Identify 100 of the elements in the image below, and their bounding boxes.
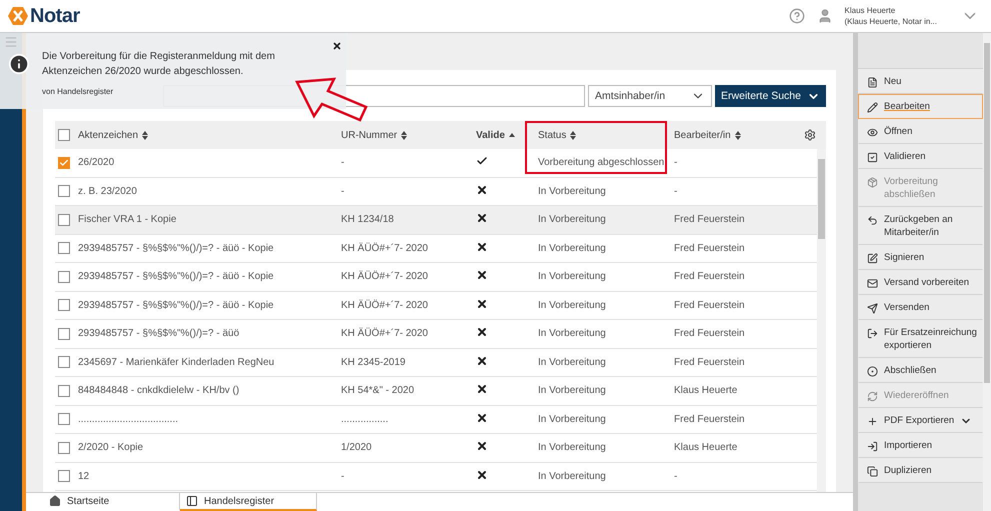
table-row[interactable]: 12 - In Vorbereitung - <box>55 462 817 491</box>
table-cell-text: - <box>341 157 346 168</box>
table-row[interactable]: 2939485757 - §%§$%"%()/)=? - äüö - Kopie KH ÄÜÖ#+´7- 2020 In Vorbereitung Fred Feuerstein <box>55 292 817 320</box>
table-cell-text: - <box>674 470 678 482</box>
checkbox[interactable] <box>58 328 70 340</box>
checkbox[interactable] <box>58 470 70 482</box>
checkbox[interactable] <box>58 129 70 141</box>
user-icon <box>816 8 833 24</box>
sort-icon[interactable] <box>734 130 741 140</box>
table-cell-text: Fred Feuerstein <box>674 214 746 226</box>
action-button[interactable]: PDF Exportieren <box>858 408 983 433</box>
tab[interactable]: Handelsregister <box>180 493 317 511</box>
table-cell-text: In Vorbereitung <box>538 328 607 340</box>
checkbox[interactable] <box>58 185 70 198</box>
column-header[interactable]: Aktenzeichen <box>78 130 138 140</box>
action-button[interactable]: Zurückgeben an Mitarbeiter/in <box>858 207 983 245</box>
column-header[interactable]: Bearbeiter/in <box>674 130 731 140</box>
table-cell-text: KH ÄÜÖ#+´7- 2020 <box>341 271 429 282</box>
table-cell-text: z. B. 23/2020 <box>78 186 138 197</box>
user-role: (Klaus Heuerte, Notar in... <box>844 16 937 27</box>
help-icon[interactable] <box>788 8 805 24</box>
column-header[interactable]: Status <box>538 130 566 140</box>
sort-icon[interactable] <box>401 130 408 140</box>
table-row[interactable]: z. B. 23/2020 - In Vorbereitung - <box>55 178 817 206</box>
action-button[interactable]: Für Ersatzeinreichung exportieren <box>858 320 983 358</box>
refresh-icon <box>867 391 878 402</box>
sort-icon[interactable] <box>142 130 148 140</box>
pencil-icon <box>867 102 878 113</box>
table-cell-text: KH ÄÜÖ#+´7- 2020 <box>341 328 429 340</box>
table-cell-text: KH ÄÜÖ#+´7- 2020 <box>341 242 429 254</box>
close-button[interactable] <box>332 41 342 51</box>
owner-select[interactable]: Amtsinhaber/in <box>588 85 712 107</box>
panel-icon <box>186 495 198 507</box>
table-cell-text: In Vorbereitung <box>538 385 607 396</box>
table-cell-text: Klaus Heuerte <box>674 442 738 454</box>
action-button[interactable]: Versand vorbereiten <box>858 270 983 295</box>
logo-text: Notar <box>30 4 80 28</box>
scrollbar[interactable] <box>817 149 826 492</box>
table-row[interactable]: Fischer VRA 1 - Kopie KH 1234/18 In Vorbereitung Fred Feuerstein <box>55 206 817 234</box>
checkbox[interactable] <box>58 442 70 454</box>
table-cell-text: KH ÄÜÖ#+´7- 2020 <box>341 300 429 311</box>
table-cell-text: 2939485757 - §%§$%"%()/)=? - äüö - Kopie <box>78 300 275 311</box>
action-button[interactable]: Validieren <box>858 144 983 169</box>
table-cell-text: KH 54*&" - 2020 <box>341 385 416 396</box>
checkbox[interactable] <box>58 214 70 226</box>
table-cell-text: 1/2020 <box>341 442 373 454</box>
checkbox[interactable] <box>58 156 70 169</box>
table-row[interactable]: .................................... ................. In Vorbereitung Fred Feuerstein <box>55 406 817 434</box>
action-button[interactable]: Versenden <box>858 295 983 320</box>
envelope-icon <box>867 278 878 289</box>
table-cell-text: In Vorbereitung <box>538 470 607 482</box>
checkbox[interactable] <box>58 270 70 283</box>
action-button[interactable]: Importieren <box>858 433 983 458</box>
action-button[interactable]: Öffnen <box>858 119 983 144</box>
table-cell-text: In Vorbereitung <box>538 214 607 226</box>
action-button[interactable]: Abschließen <box>858 358 983 383</box>
table-cell-text: KH 2345-2019 <box>341 356 406 368</box>
checkbox[interactable] <box>58 356 70 368</box>
checkbox[interactable] <box>58 299 70 312</box>
action-button[interactable]: Neu <box>858 69 983 94</box>
table-row[interactable]: 2345697 - Marienkäfer Kinderladen RegNeu KH 2345-2019 In Vorbereitung Fred Feuerstein <box>55 348 817 377</box>
table-cell-text: .................................... <box>78 414 180 425</box>
table-cell-text: ................. <box>341 414 390 425</box>
table-cell-text: Fischer VRA 1 - Kopie <box>78 214 178 226</box>
table-cell-text: In Vorbereitung <box>538 271 607 282</box>
column-header[interactable]: UR-Nummer <box>341 130 398 140</box>
info-icon <box>8 53 30 75</box>
table-cell-text: 2939485757 - §%§$%"%()/)=? - äüö <box>78 328 240 340</box>
table-cell-text: 848484848 - cnkdkdielelw - KH/bv () <box>78 385 240 396</box>
action-button[interactable]: Bearbeiten <box>858 94 983 119</box>
checkbox[interactable] <box>58 242 70 254</box>
checkbox[interactable] <box>58 413 70 426</box>
plus-icon <box>867 416 878 427</box>
settings-icon[interactable] <box>804 129 816 141</box>
table-cell-text: - <box>674 186 678 197</box>
table-cell-text: Fred Feuerstein <box>674 271 746 282</box>
table-cell-text: In Vorbereitung <box>538 242 607 254</box>
table-cell-text: 12 <box>78 470 90 482</box>
advanced-search-button[interactable]: Erweiterte Suche <box>715 85 826 107</box>
action-button[interactable]: Signieren <box>858 245 983 270</box>
table-cell-text: - <box>341 470 346 482</box>
checkbox[interactable] <box>58 384 70 397</box>
scrollbar[interactable] <box>983 33 991 511</box>
table-cell-text: - <box>341 186 346 197</box>
user-name: Klaus Heuerte <box>844 5 896 16</box>
column-header[interactable]: Valide <box>476 130 505 140</box>
notification-source: von Handelsregister <box>42 87 114 96</box>
package-icon <box>867 177 878 188</box>
logo-icon <box>8 7 28 25</box>
table-cell-text: - <box>674 157 678 168</box>
eye-icon <box>867 127 878 138</box>
table-cell-text: KH 1234/18 <box>341 214 395 226</box>
table-row[interactable]: 2939485757 - §%§$%"%()/)=? - äüö - Kopie KH ÄÜÖ#+´7- 2020 In Vorbereitung Fred Feuerstein <box>55 234 817 263</box>
sort-ascending-icon[interactable] <box>508 133 515 137</box>
enter-arrow-icon <box>867 441 878 452</box>
table-cell-text: 26/2020 <box>78 157 116 168</box>
sort-icon[interactable] <box>570 130 576 140</box>
document-icon <box>867 77 878 88</box>
action-button[interactable]: Duplizieren <box>858 458 983 483</box>
table-cell-text: Fred Feuerstein <box>674 300 746 311</box>
